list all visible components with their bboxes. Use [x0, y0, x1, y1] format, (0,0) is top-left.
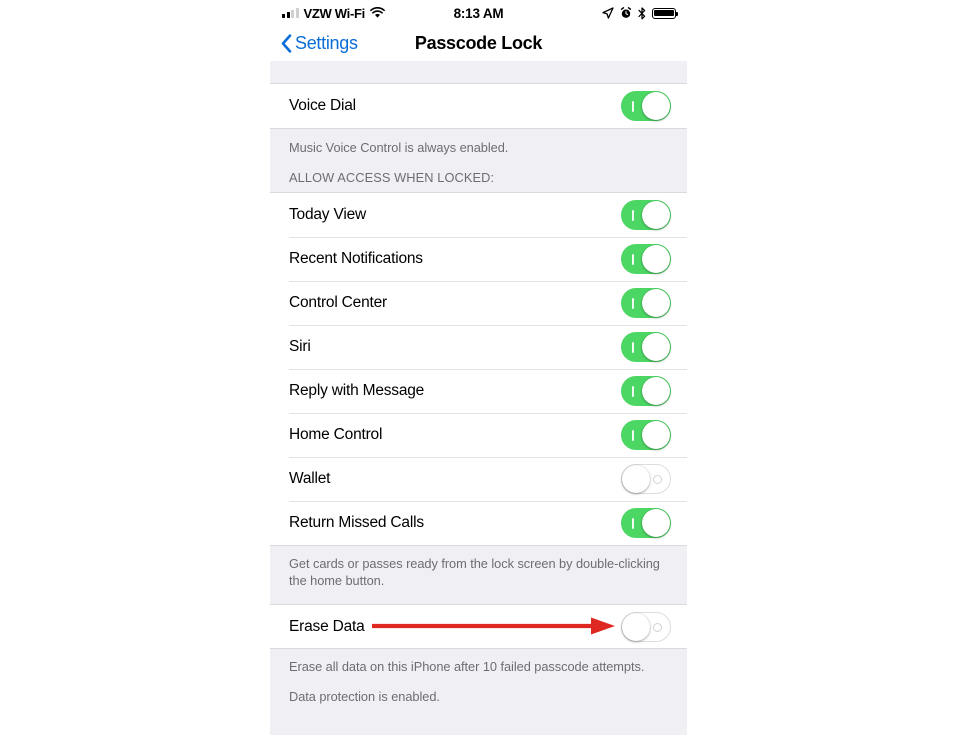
control-center-toggle[interactable]	[621, 288, 671, 318]
iphone-screen: VZW Wi-Fi 8:13 AM Settings Passcode Lock…	[270, 0, 687, 735]
toggle-knob	[642, 245, 670, 273]
list-item[interactable]: Control Center	[270, 281, 687, 325]
toggle-on-mark-icon	[632, 210, 634, 221]
row-label: Wallet	[289, 470, 331, 487]
toggle-on-mark-icon	[632, 254, 634, 265]
toggle-on-mark-icon	[632, 101, 634, 112]
footer-text: Erase all data on this iPhone after 10 f…	[289, 659, 645, 674]
toggle-knob	[642, 421, 670, 449]
wallet-toggle[interactable]	[621, 464, 671, 494]
list-item[interactable]: Voice Dial	[270, 84, 687, 128]
row-label: Return Missed Calls	[289, 514, 424, 531]
toggle-knob	[642, 201, 670, 229]
navigation-bar: Settings Passcode Lock	[270, 26, 687, 61]
page-title: Passcode Lock	[414, 33, 543, 53]
siri-toggle[interactable]	[621, 332, 671, 362]
bluetooth-icon	[638, 6, 646, 20]
toggle-on-mark-icon	[632, 342, 634, 353]
screenshot-canvas: VZW Wi-Fi 8:13 AM Settings Passcode Lock…	[0, 0, 960, 735]
voice-dial-footer: Music Voice Control is always enabled.	[270, 128, 687, 170]
row-label: Erase Data	[289, 617, 365, 635]
home-control-toggle[interactable]	[621, 420, 671, 450]
list-item[interactable]: Erase Data	[270, 604, 687, 648]
list-item[interactable]: Home Control	[270, 413, 687, 457]
section-header-allow-access: ALLOW ACCESS WHEN LOCKED:	[270, 170, 687, 192]
row-label: Recent Notifications	[289, 250, 423, 267]
toggle-knob	[622, 612, 650, 641]
toggle-on-mark-icon	[632, 430, 634, 441]
toggle-off-mark-icon	[653, 475, 662, 484]
list-item[interactable]: Wallet	[270, 457, 687, 501]
recent-notifications-toggle[interactable]	[621, 244, 671, 274]
location-arrow-icon	[602, 7, 614, 19]
row-label: Voice Dial	[289, 97, 356, 114]
toggle-knob	[622, 465, 650, 493]
row-label: Siri	[289, 338, 311, 355]
status-bar-right	[602, 6, 679, 20]
toggle-on-mark-icon	[632, 298, 634, 309]
row-label: Today View	[289, 206, 366, 223]
list-item[interactable]: Siri	[270, 325, 687, 369]
list-item[interactable]: Today View	[270, 193, 687, 237]
list-item[interactable]: Recent Notifications	[270, 237, 687, 281]
voice-dial-toggle[interactable]	[621, 91, 671, 121]
list-top-spacer	[270, 61, 687, 84]
toggle-knob	[642, 333, 670, 361]
wallet-footer: Get cards or passes ready from the lock …	[270, 545, 687, 604]
row-label: Reply with Message	[289, 382, 425, 399]
toggle-knob	[642, 509, 670, 537]
list-item[interactable]: Return Missed Calls	[270, 501, 687, 545]
return-missed-calls-toggle[interactable]	[621, 508, 671, 538]
status-bar: VZW Wi-Fi 8:13 AM	[270, 0, 687, 26]
toggle-knob	[642, 377, 670, 405]
footer-text: Music Voice Control is always enabled.	[289, 140, 509, 155]
today-view-toggle[interactable]	[621, 200, 671, 230]
reply-with-message-toggle[interactable]	[621, 376, 671, 406]
toggle-knob	[642, 289, 670, 317]
battery-full-icon	[652, 7, 679, 19]
allow-access-list: Today View Recent Notifications Control …	[270, 192, 687, 545]
list-item[interactable]: Reply with Message	[270, 369, 687, 413]
erase-data-toggle[interactable]	[621, 611, 671, 642]
row-label: Control Center	[289, 294, 387, 311]
toggle-on-mark-icon	[632, 386, 634, 397]
row-label: Home Control	[289, 426, 383, 443]
toggle-knob	[642, 92, 670, 120]
alarm-clock-icon	[620, 7, 632, 19]
erase-data-footer: Erase all data on this iPhone after 10 f…	[270, 648, 687, 715]
toggle-off-mark-icon	[653, 622, 662, 632]
footer-text: Get cards or passes ready from the lock …	[289, 556, 660, 588]
toggle-on-mark-icon	[632, 518, 634, 529]
list-bottom-spacer	[270, 715, 687, 735]
footer-text: Data protection is enabled.	[289, 689, 440, 704]
